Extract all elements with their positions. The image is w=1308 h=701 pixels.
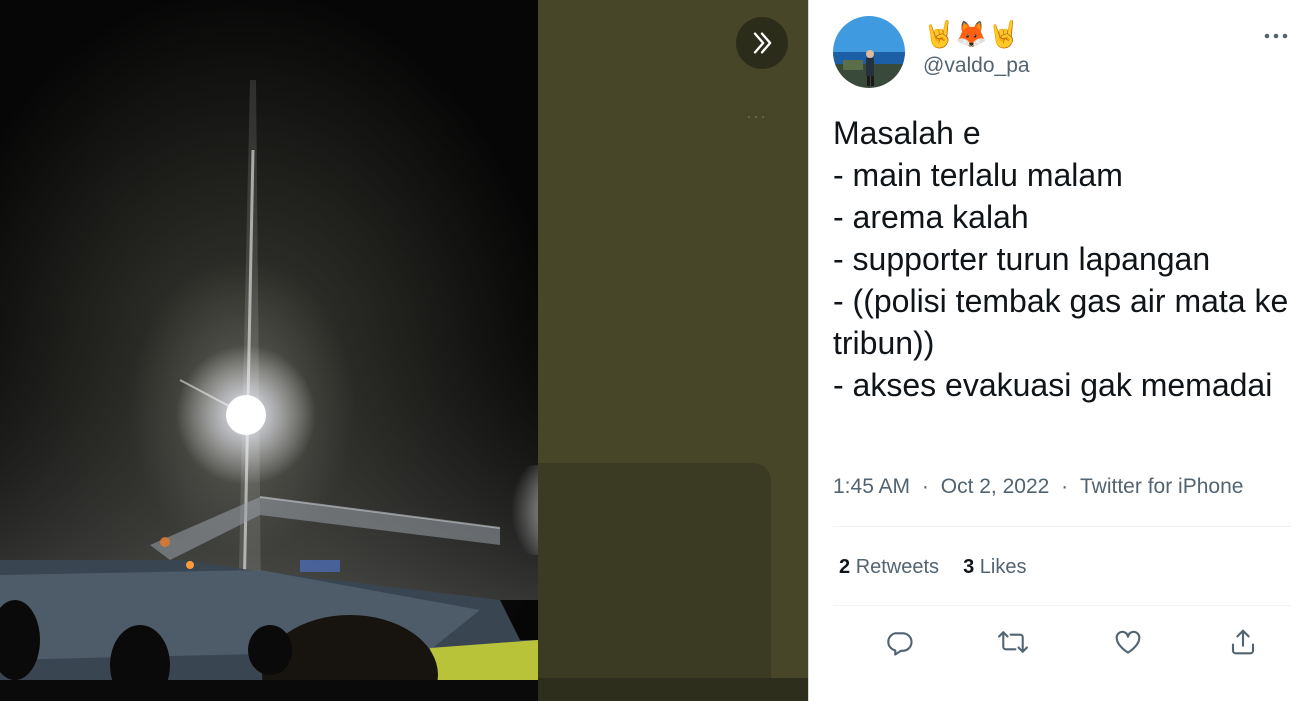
retweets-label: Retweets [855,556,940,578]
tweet-date[interactable]: Oct 2, 2022 [941,475,1050,499]
tweet-source[interactable]: Twitter for iPhone [1080,475,1243,499]
meta-separator: · [921,475,929,498]
backdrop-more-icon: ··· [746,106,767,126]
retweets-count: 2 [839,556,851,578]
heart-icon [1115,630,1141,654]
action-bar [833,622,1291,662]
display-name[interactable]: 🤘🦊🤘 [923,18,1020,52]
engagement-stats: 2 Retweets 3 Likes [839,556,1026,579]
retweets-stat[interactable]: 2 Retweets [839,556,939,579]
like-button[interactable] [1108,622,1148,662]
share-icon [1231,629,1255,655]
media-viewer: ··· [0,0,808,701]
retweet-button[interactable] [993,622,1033,662]
expand-button[interactable] [736,17,788,69]
chevrons-right-icon [753,32,772,54]
divider [833,605,1291,606]
reply-icon [887,632,913,656]
user-handle[interactable]: @valdo_pa [923,54,1030,78]
more-horizontal-icon [1264,33,1288,39]
avatar[interactable] [833,16,905,88]
share-button[interactable] [1223,622,1263,662]
more-button[interactable] [1261,26,1291,46]
retweet-icon [998,631,1028,653]
backdrop-card [538,463,771,678]
tweet-time[interactable]: 1:45 AM [833,475,910,499]
tweet-meta: 1:45 AM · Oct 2, 2022 · Twitter for iPho… [833,475,1243,499]
reply-button[interactable] [879,622,919,662]
avatar-image [833,16,905,88]
meta-separator: · [1061,475,1069,498]
tweet-photo[interactable] [0,0,538,701]
tweet-detail: 🤘🦊🤘 @valdo_pa Masalah e - main terlalu m… [809,0,1308,701]
divider [833,526,1291,527]
tweet-text: Masalah e - main terlalu malam - arema k… [833,115,1289,403]
backdrop-strip [538,678,808,701]
likes-label: Likes [979,556,1027,578]
likes-stat[interactable]: 3 Likes [963,556,1026,579]
likes-count: 3 [963,556,975,578]
